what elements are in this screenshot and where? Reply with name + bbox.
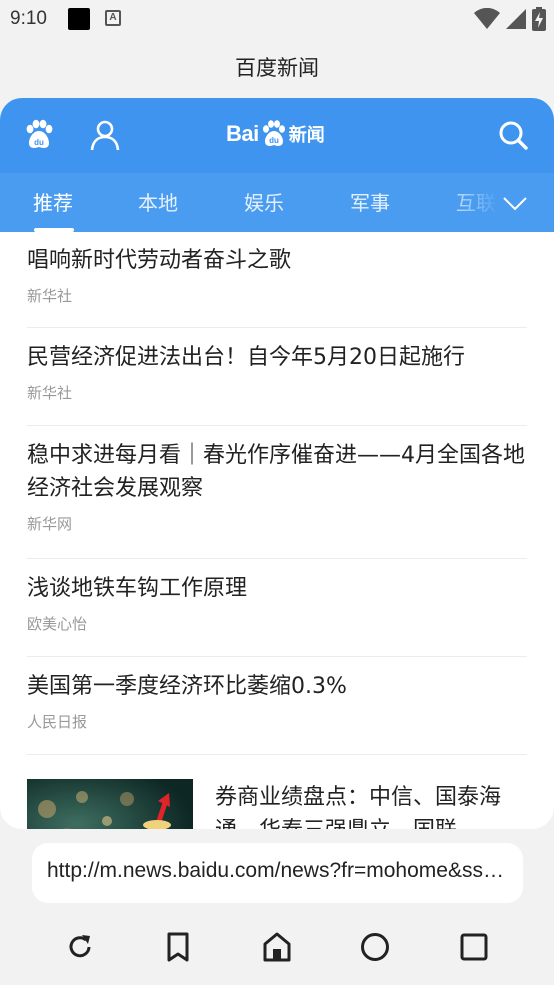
svg-text:du: du bbox=[269, 136, 279, 145]
news-source: 人民日报 bbox=[27, 713, 88, 731]
notification-black-icon bbox=[68, 8, 90, 30]
svg-text:du: du bbox=[34, 138, 44, 147]
circle-icon[interactable] bbox=[358, 930, 392, 964]
baidu-news-header: du Bai du 新闻 bbox=[0, 98, 554, 173]
status-time: 9:10 bbox=[10, 8, 47, 29]
list-item[interactable]: 稳中求进每月看｜春光作序催奋进——4月全国各地经济社会发展观察 新华网 bbox=[27, 439, 527, 559]
news-source: 新华社 bbox=[27, 287, 73, 305]
list-item[interactable]: 美国第一季度经济环比萎缩0.3% 人民日报 bbox=[27, 670, 527, 755]
news-title: 券商业绩盘点：中信、国泰海通、华泰三强鼎立，国联 bbox=[215, 785, 502, 829]
active-tab-indicator bbox=[34, 228, 74, 232]
tab-entertainment[interactable]: 娱乐 bbox=[244, 187, 284, 216]
status-bar: 9:10 A bbox=[0, 0, 554, 38]
search-icon[interactable] bbox=[496, 118, 530, 152]
list-item[interactable]: 浅谈地铁车钩工作原理 欧美心怡 bbox=[27, 572, 527, 657]
square-icon[interactable] bbox=[457, 930, 491, 964]
news-title: 唱响新时代劳动者奋斗之歌 bbox=[27, 248, 292, 273]
tab-local[interactable]: 本地 bbox=[138, 187, 178, 216]
news-title: 民营经济促进法出台！自今年5月20日起施行 bbox=[27, 345, 465, 370]
user-icon[interactable] bbox=[88, 118, 122, 152]
bookmark-icon[interactable] bbox=[161, 930, 195, 964]
baidu-paw-icon[interactable]: du bbox=[22, 118, 56, 152]
battery-charging-icon bbox=[532, 7, 546, 31]
news-source: 新华社 bbox=[27, 384, 73, 402]
tab-military[interactable]: 军事 bbox=[350, 187, 390, 216]
a-badge-icon: A bbox=[105, 10, 121, 26]
news-source: 欧美心怡 bbox=[27, 615, 88, 633]
list-item[interactable]: 民营经济促进法出台！自今年5月20日起施行 新华社 bbox=[27, 341, 527, 426]
page-title: 百度新闻 bbox=[235, 56, 319, 80]
baidu-logo-paw-icon: du bbox=[262, 120, 285, 146]
home-icon[interactable] bbox=[260, 930, 294, 964]
wifi-icon bbox=[474, 8, 500, 29]
category-tabs: 推荐 本地 娱乐 军事 互联 bbox=[0, 173, 554, 232]
signal-icon bbox=[506, 9, 526, 29]
url-text: http://m.news.baidu.com/news?fr=mohome&s… bbox=[47, 859, 505, 882]
news-title: 浅谈地铁车钩工作原理 bbox=[27, 576, 248, 601]
chevron-down-icon[interactable] bbox=[502, 192, 528, 214]
refresh-icon[interactable] bbox=[63, 930, 97, 964]
news-title: 稳中求进每月看｜春光作序催奋进——4月全国各地经济社会发展观察 bbox=[27, 443, 525, 501]
list-item[interactable]: 唱响新时代劳动者奋斗之歌 新华社 bbox=[27, 244, 527, 328]
bottom-nav bbox=[0, 920, 554, 975]
url-bar[interactable]: http://m.news.baidu.com/news?fr=mohome&s… bbox=[32, 843, 523, 903]
list-item[interactable]: 券商业绩盘点：中信、国泰海通、华泰三强鼎立，国联 bbox=[27, 779, 527, 829]
tab-recommend[interactable]: 推荐 bbox=[33, 187, 73, 216]
news-thumbnail-image bbox=[27, 779, 193, 829]
baidu-news-logo[interactable]: Bai du 新闻 bbox=[226, 116, 325, 152]
news-source: 新华网 bbox=[27, 515, 73, 533]
news-title: 美国第一季度经济环比萎缩0.3% bbox=[27, 674, 347, 699]
webview: du Bai du 新闻 推荐 本地 娱乐 军事 唱响新时代劳动者奋斗之歌 新华… bbox=[0, 98, 554, 829]
